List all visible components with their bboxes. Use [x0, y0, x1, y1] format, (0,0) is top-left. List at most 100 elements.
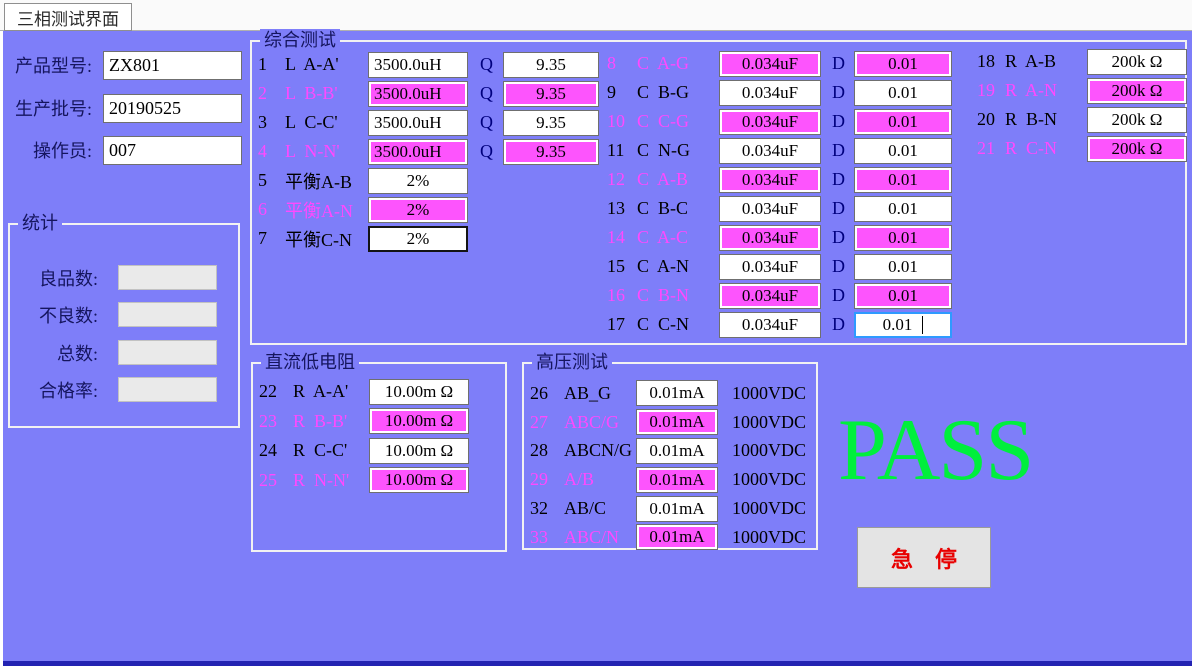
value-box[interactable]: 0.01mA: [636, 438, 718, 464]
value-box[interactable]: 2%: [368, 197, 468, 223]
row-number: 23: [259, 411, 293, 432]
d-label: D: [832, 53, 854, 74]
batch-number-input[interactable]: 20190525: [103, 94, 242, 123]
row-label: C C-N: [637, 314, 719, 335]
value-box[interactable]: 2%: [368, 168, 468, 194]
d-value-box[interactable]: 0.01: [854, 312, 952, 338]
stat-row: 合格率:: [18, 377, 217, 402]
emergency-stop-button[interactable]: 急 停: [857, 527, 991, 588]
voltage-suffix: 1000VDC: [732, 469, 806, 490]
row-number: 4: [258, 141, 285, 162]
d-value-box[interactable]: 0.01: [854, 254, 952, 280]
d-label: D: [832, 140, 854, 161]
row-label: R A-A': [293, 381, 369, 402]
voltage-suffix: 1000VDC: [732, 440, 806, 461]
value-box[interactable]: 0.034uF: [719, 167, 821, 193]
product-model-input[interactable]: ZX801: [103, 51, 242, 80]
comprehensive-test-group: 综合测试 1L A-A'3500.0uHQ9.352L B-B'3500.0uH…: [250, 40, 1187, 345]
comprehensive-column-2: 8C A-G0.034uFD0.019C B-G0.034uFD0.0110C …: [607, 49, 952, 339]
row-label: AB_G: [564, 383, 636, 404]
row-number: 22: [259, 381, 293, 402]
batch-number-label: 生产批号:: [0, 95, 92, 121]
row-number: 32: [530, 498, 564, 519]
test-row: 16C B-N0.034uFD0.01: [607, 281, 952, 310]
value-box[interactable]: 10.00m Ω: [369, 467, 469, 493]
q-value-box[interactable]: 9.35: [503, 81, 599, 107]
value-box[interactable]: 10.00m Ω: [369, 408, 469, 434]
value-box[interactable]: 0.034uF: [719, 225, 821, 251]
row-number: 33: [530, 527, 564, 548]
q-value-box[interactable]: 9.35: [503, 110, 599, 136]
value-box[interactable]: 200k Ω: [1087, 136, 1187, 162]
test-row: 10C C-G0.034uFD0.01: [607, 107, 952, 136]
d-value-box[interactable]: 0.01: [854, 138, 952, 164]
product-model-label: 产品型号:: [0, 52, 92, 78]
value-box[interactable]: 0.034uF: [719, 254, 821, 280]
d-value-box[interactable]: 0.01: [854, 225, 952, 251]
row-label: L B-B': [285, 83, 368, 104]
q-label: Q: [480, 112, 503, 133]
row-number: 21: [977, 138, 1005, 159]
value-box[interactable]: 3500.0uH: [368, 139, 468, 165]
value-box[interactable]: 0.034uF: [719, 138, 821, 164]
value-box[interactable]: 0.01mA: [636, 409, 718, 435]
d-value-box[interactable]: 0.01: [854, 283, 952, 309]
test-row: 4L N-N'3500.0uHQ9.35: [258, 137, 599, 166]
value-box[interactable]: 200k Ω: [1087, 49, 1187, 75]
operator-label: 操作员:: [0, 137, 92, 163]
test-row: 9C B-G0.034uFD0.01: [607, 78, 952, 107]
tab-three-phase-test[interactable]: 三相测试界面: [4, 3, 132, 31]
value-box[interactable]: 0.01mA: [636, 496, 718, 522]
q-value-box[interactable]: 9.35: [503, 52, 599, 78]
q-value-box[interactable]: 9.35: [503, 139, 599, 165]
value-box[interactable]: 2%: [368, 226, 468, 252]
value-box[interactable]: 200k Ω: [1087, 107, 1187, 133]
row-number: 29: [530, 469, 564, 490]
high-voltage-test-group: 高压测试 26AB_G0.01mA1000VDC27ABC/G0.01mA100…: [522, 362, 818, 550]
value-box[interactable]: 0.034uF: [719, 109, 821, 135]
value-box[interactable]: 3500.0uH: [368, 110, 468, 136]
value-box[interactable]: 0.034uF: [719, 312, 821, 338]
value-box[interactable]: 0.01mA: [636, 524, 718, 550]
test-row: 32AB/C0.01mA1000VDC: [530, 494, 806, 523]
row-number: 12: [607, 169, 637, 190]
row-label: C A-B: [637, 169, 719, 190]
test-row: 5平衡A-B2%: [258, 166, 599, 195]
test-row: 6平衡A-N2%: [258, 195, 599, 224]
value-box[interactable]: 3500.0uH: [368, 81, 468, 107]
operator-input[interactable]: 007: [103, 136, 242, 165]
value-box[interactable]: 0.01mA: [636, 467, 718, 493]
d-value-box[interactable]: 0.01: [854, 109, 952, 135]
panel-bottom-edge: [3, 661, 1192, 666]
d-value-box[interactable]: 0.01: [854, 167, 952, 193]
row-number: 14: [607, 227, 637, 248]
value-box[interactable]: 0.034uF: [719, 283, 821, 309]
hv-test-rows: 26AB_G0.01mA1000VDC27ABC/G0.01mA1000VDC2…: [530, 379, 806, 552]
test-row: 2L B-B'3500.0uHQ9.35: [258, 79, 599, 108]
test-row: 33ABC/N0.01mA1000VDC: [530, 523, 806, 552]
test-row: 15C A-N0.034uFD0.01: [607, 252, 952, 281]
value-box[interactable]: 0.034uF: [719, 80, 821, 106]
row-label: A/B: [564, 469, 636, 490]
d-value-box[interactable]: 0.01: [854, 51, 952, 77]
text-cursor: [922, 316, 923, 334]
test-row: 7平衡C-N2%: [258, 224, 599, 253]
group-title: 统计: [18, 212, 62, 234]
value-box[interactable]: 200k Ω: [1087, 78, 1187, 104]
value-box[interactable]: 0.034uF: [719, 196, 821, 222]
d-value-box[interactable]: 0.01: [854, 196, 952, 222]
value-box[interactable]: 10.00m Ω: [369, 379, 469, 405]
value-box[interactable]: 0.01mA: [636, 380, 718, 406]
value-box[interactable]: 3500.0uH: [368, 52, 468, 78]
row-label: C A-N: [637, 256, 719, 277]
value-box[interactable]: 10.00m Ω: [369, 438, 469, 464]
test-row: 12C A-B0.034uFD0.01: [607, 165, 952, 194]
row-number: 2: [258, 83, 285, 104]
main-panel: 产品型号: ZX801 生产批号: 20190525 操作员: 007 统计 良…: [0, 31, 1192, 666]
value-box[interactable]: 0.034uF: [719, 51, 821, 77]
q-label: Q: [480, 54, 503, 75]
d-value-box[interactable]: 0.01: [854, 80, 952, 106]
test-row: 3L C-C'3500.0uHQ9.35: [258, 108, 599, 137]
row-number: 15: [607, 256, 637, 277]
test-row: 25R N-N'10.00m Ω: [259, 466, 469, 496]
